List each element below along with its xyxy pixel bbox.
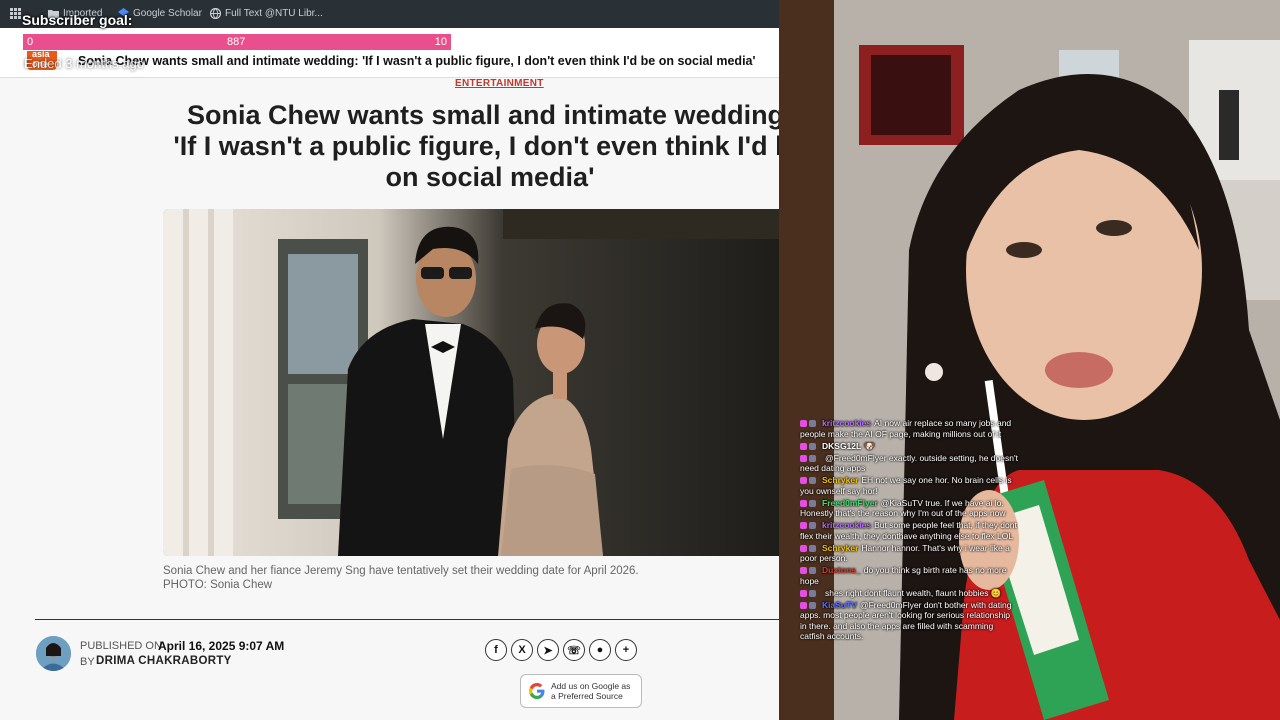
chat-message: shes right dont flaunt wealth, flaunt ho… <box>800 588 1018 599</box>
bookmark-label: Full Text @NTU Libr... <box>225 8 323 19</box>
chat-message: KiaSuTV @Freed0mFlyer don't bother with d… <box>800 600 1018 642</box>
chat-message: Duxtons_ do you think sg birth rate has n… <box>800 565 1018 586</box>
chat-text: @Freed0mFlyer exactly. outside setting, … <box>800 452 1018 474</box>
goal-ended-text: Ended 3 months ago <box>24 56 144 71</box>
badge-icon <box>809 589 816 597</box>
whatsapp-icon[interactable]: ☏ <box>563 639 585 661</box>
chat-username[interactable]: Schryker <box>822 543 858 553</box>
globe-icon <box>210 8 221 19</box>
google-preferred-source-button[interactable]: Add us on Google as a Preferred Source <box>520 674 642 708</box>
chat-text: shes right dont flaunt wealth, flaunt ho… <box>825 587 1002 598</box>
chat-badges <box>800 543 822 554</box>
hero-photo <box>163 209 779 556</box>
plus-icon[interactable]: + <box>615 639 637 661</box>
badge-icon <box>800 544 807 552</box>
chat-message: Schryker EH not we say one hor. No brain … <box>800 475 1018 496</box>
badge-icon <box>800 499 807 507</box>
published-date: April 16, 2025 9:07 AM <box>158 639 285 653</box>
reddit-icon[interactable]: ● <box>589 639 611 661</box>
chat-badges <box>800 565 822 576</box>
chat-message: Freed0mFlyer @KiaSuTV true. If we have ai… <box>800 498 1018 519</box>
chat-badges <box>800 588 822 599</box>
chat-username[interactable]: kritzcookies <box>822 520 871 530</box>
chat-username[interactable]: KiaSuTV <box>822 600 857 610</box>
chat-badges <box>800 418 822 429</box>
browser-window: Imported Google Scholar Full Text @NTU L… <box>0 0 779 720</box>
chat-message: @Freed0mFlyer exactly. outside setting, … <box>800 453 1018 474</box>
facebook-icon[interactable]: f <box>485 639 507 661</box>
badge-icon <box>800 567 807 575</box>
chat-message: kritzcookies But some people feel that, i… <box>800 520 1018 541</box>
badge-icon <box>800 477 807 485</box>
chat-badges <box>800 453 822 464</box>
badge-icon <box>800 522 807 530</box>
chat-message: DKSG12L 🐶 <box>800 441 1018 452</box>
article-headline: Sonia Chew wants small and intimate wedd… <box>173 100 779 192</box>
badge-icon <box>809 442 816 450</box>
google-icon <box>529 683 545 699</box>
x-icon[interactable]: X <box>511 639 533 661</box>
chat-message: Schryker Hannor hannor. That's why i wear… <box>800 543 1018 564</box>
author-avatar[interactable] <box>36 636 71 671</box>
chat-username[interactable]: DKSG12L <box>822 441 861 451</box>
badge-icon <box>800 442 807 450</box>
goal-current: 887 <box>227 36 246 48</box>
bookmark-label: Google Scholar <box>133 8 202 19</box>
published-label: PUBLISHED ON <box>80 640 162 652</box>
bookmark-full-text[interactable]: Full Text @NTU Libr... <box>210 8 323 19</box>
chat-message: kritzcookies AI now air replace so many j… <box>800 418 1018 439</box>
subscriber-goal-title: Subscriber goal: <box>22 12 133 28</box>
badge-icon <box>809 522 816 530</box>
badge-icon <box>809 601 816 609</box>
badge-icon <box>809 420 816 428</box>
chat-username[interactable]: Duxtons_ <box>822 565 861 575</box>
by-label: BY <box>80 656 95 668</box>
author-name[interactable]: DRIMA CHAKRABORTY <box>96 655 232 667</box>
chat-badges <box>800 520 822 531</box>
chat-text: 🐶 <box>864 440 875 451</box>
badge-icon <box>800 589 807 597</box>
badge-icon <box>809 454 816 462</box>
chat-badges <box>800 475 822 486</box>
chat-username[interactable]: Freed0mFlyer <box>822 498 878 508</box>
goal-end: 10 <box>434 36 447 48</box>
badge-icon <box>800 420 807 428</box>
telegram-icon[interactable]: ➤ <box>537 639 559 661</box>
apps-grid-icon[interactable] <box>10 8 21 19</box>
badge-icon <box>809 544 816 552</box>
chat-username[interactable]: kritzcookies <box>822 418 871 428</box>
divider <box>35 619 779 620</box>
header-article-title: Sonia Chew wants small and intimate wedd… <box>78 54 756 68</box>
subscriber-goal-bar: 0 887 10 <box>22 33 452 51</box>
google-badge-text: Add us on Google as a Preferred Source <box>551 681 631 701</box>
chat-badges <box>800 600 822 611</box>
badge-icon <box>800 454 807 462</box>
chat-username[interactable]: Schryker <box>822 475 858 485</box>
chat-badges <box>800 441 822 452</box>
photo-caption: Sonia Chew and her fiance Jeremy Sng hav… <box>163 565 639 591</box>
share-buttons: f X ➤ ☏ ● + <box>485 639 637 661</box>
badge-icon <box>800 601 807 609</box>
goal-start: 0 <box>27 36 34 48</box>
badge-icon <box>809 499 816 507</box>
chat-badges <box>800 498 822 509</box>
badge-icon <box>809 567 816 575</box>
stream-chat: kritzcookies AI now air replace so many j… <box>800 418 1018 643</box>
badge-icon <box>809 477 816 485</box>
section-tag[interactable]: ENTERTAINMENT <box>455 78 544 89</box>
